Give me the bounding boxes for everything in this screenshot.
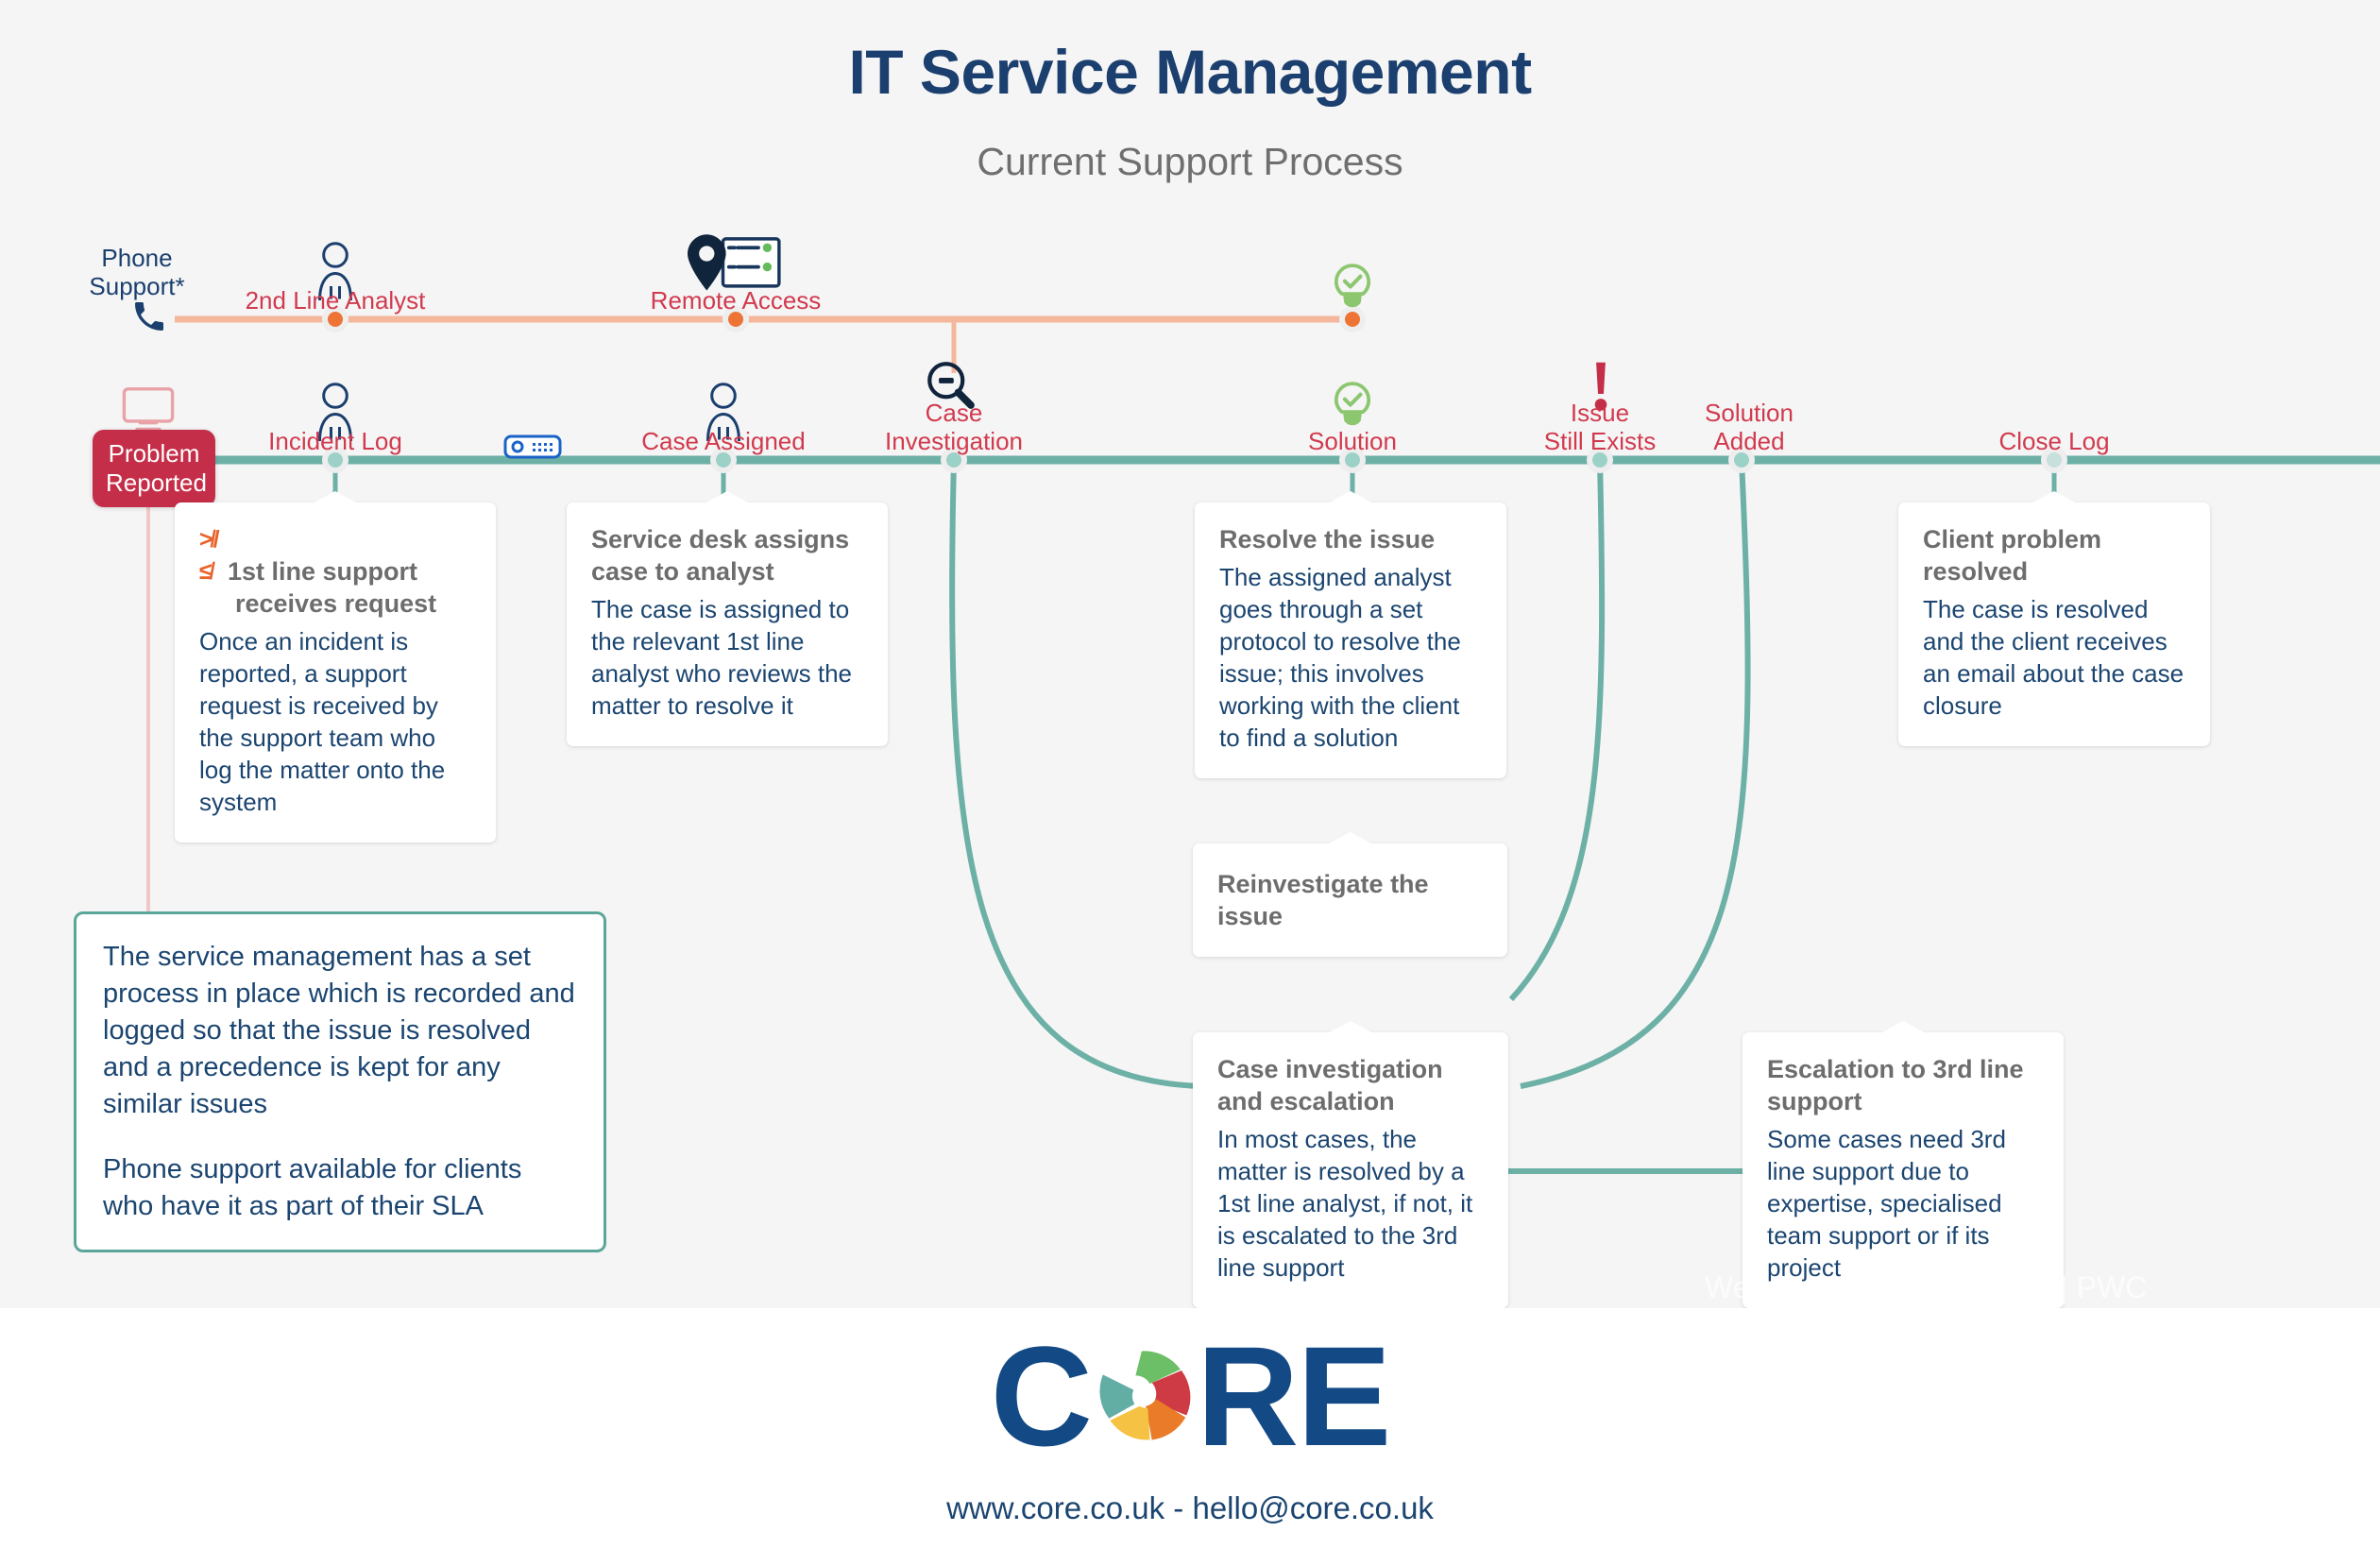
card-body: Once an incident is reported, a support … <box>199 627 446 816</box>
problem-reported-badge[interactable]: Problem Reported <box>93 430 215 507</box>
card-escalation-3rd-line[interactable]: Escalation to 3rd line support Some case… <box>1742 1021 2064 1308</box>
curve-solution-added <box>1520 459 1751 1089</box>
card-body: The assigned analyst goes through a set … <box>1219 563 1461 752</box>
curve-case-investigation <box>949 459 1200 1089</box>
card-title: ≯/≰ 1st line support receives request <box>199 523 471 620</box>
card-reinvestigate-the-issue[interactable]: Reinvestigate the issue <box>1193 832 1507 957</box>
router-icon <box>503 433 562 466</box>
core-logo: C RE <box>0 1325 2380 1467</box>
code-brackets-icon: ≯/≰ <box>199 526 220 585</box>
card-body: The case is resolved and the client rece… <box>1923 595 2184 720</box>
node-label-incident-log: Incident Log <box>268 427 402 455</box>
footer: C RE www.core.co.uk - hello@core.co.uk <box>0 1308 2380 1549</box>
card-title: Resolve the issue <box>1219 525 1436 553</box>
node-label-case-assigned: Case Assigned <box>641 427 806 455</box>
node-label-solution: Solution <box>1308 427 1397 455</box>
card-title: Reinvestigate the issue <box>1217 870 1429 930</box>
card-body: In most cases, the matter is resolved by… <box>1217 1125 1473 1282</box>
aperture-icon <box>1099 1351 1191 1440</box>
card-title: Case investigation and escalation <box>1217 1055 1443 1115</box>
lightbulb-check-icon-solution <box>1329 381 1376 433</box>
node-label-remote-access: Remote Access <box>650 286 822 315</box>
logo-letters-re: RE <box>1196 1317 1391 1475</box>
footer-contact: www.core.co.uk - hello@core.co.uk <box>946 1490 1434 1525</box>
note-paragraph-1: The service management has a set process… <box>103 942 575 1119</box>
diagram-canvas: IT Service Management Current Support Pr… <box>0 0 2380 1308</box>
card-client-problem-resolved[interactable]: Client problem resolved The case is reso… <box>1898 491 2210 746</box>
card-body: The case is assigned to the relevant 1st… <box>591 595 853 720</box>
curve-issue-still-exists <box>1508 459 1606 1002</box>
phone-icon <box>130 298 168 340</box>
card-title: Escalation to 3rd line support <box>1767 1055 2024 1115</box>
watermark-text: We ... ose the gender gap | PWC <box>1705 1270 2148 1304</box>
logo-letter-c: C <box>990 1317 1093 1475</box>
note-paragraph-2: Phone support available for clients who … <box>103 1154 522 1221</box>
card-title: Client problem resolved <box>1923 525 2102 586</box>
card-service-desk-assigns[interactable]: Service desk assigns case to analyst The… <box>567 491 888 746</box>
infographic-page: IT Service Management Current Support Pr… <box>0 0 2380 1549</box>
card-resolve-the-issue[interactable]: Resolve the issue The assigned analyst g… <box>1195 491 1506 778</box>
card-first-line-support[interactable]: ≯/≰ 1st line support receives request Onc… <box>175 491 496 843</box>
card-body: Some cases need 3rd line support due to … <box>1767 1125 2006 1282</box>
node-label-solution-added: Solution Added <box>1705 399 1794 455</box>
node-label-2nd-line-analyst: 2nd Line Analyst <box>245 286 426 315</box>
node-label-close-log: Close Log <box>1998 427 2110 455</box>
lightbulb-check-icon-top <box>1329 263 1376 315</box>
card-case-investigation-escalation[interactable]: Case investigation and escalation In mos… <box>1193 1021 1508 1308</box>
node-label-case-investigation: Case Investigation <box>885 399 1023 455</box>
process-note-box: The service management has a set process… <box>74 911 606 1252</box>
card-title: Service desk assigns case to analyst <box>591 525 850 586</box>
